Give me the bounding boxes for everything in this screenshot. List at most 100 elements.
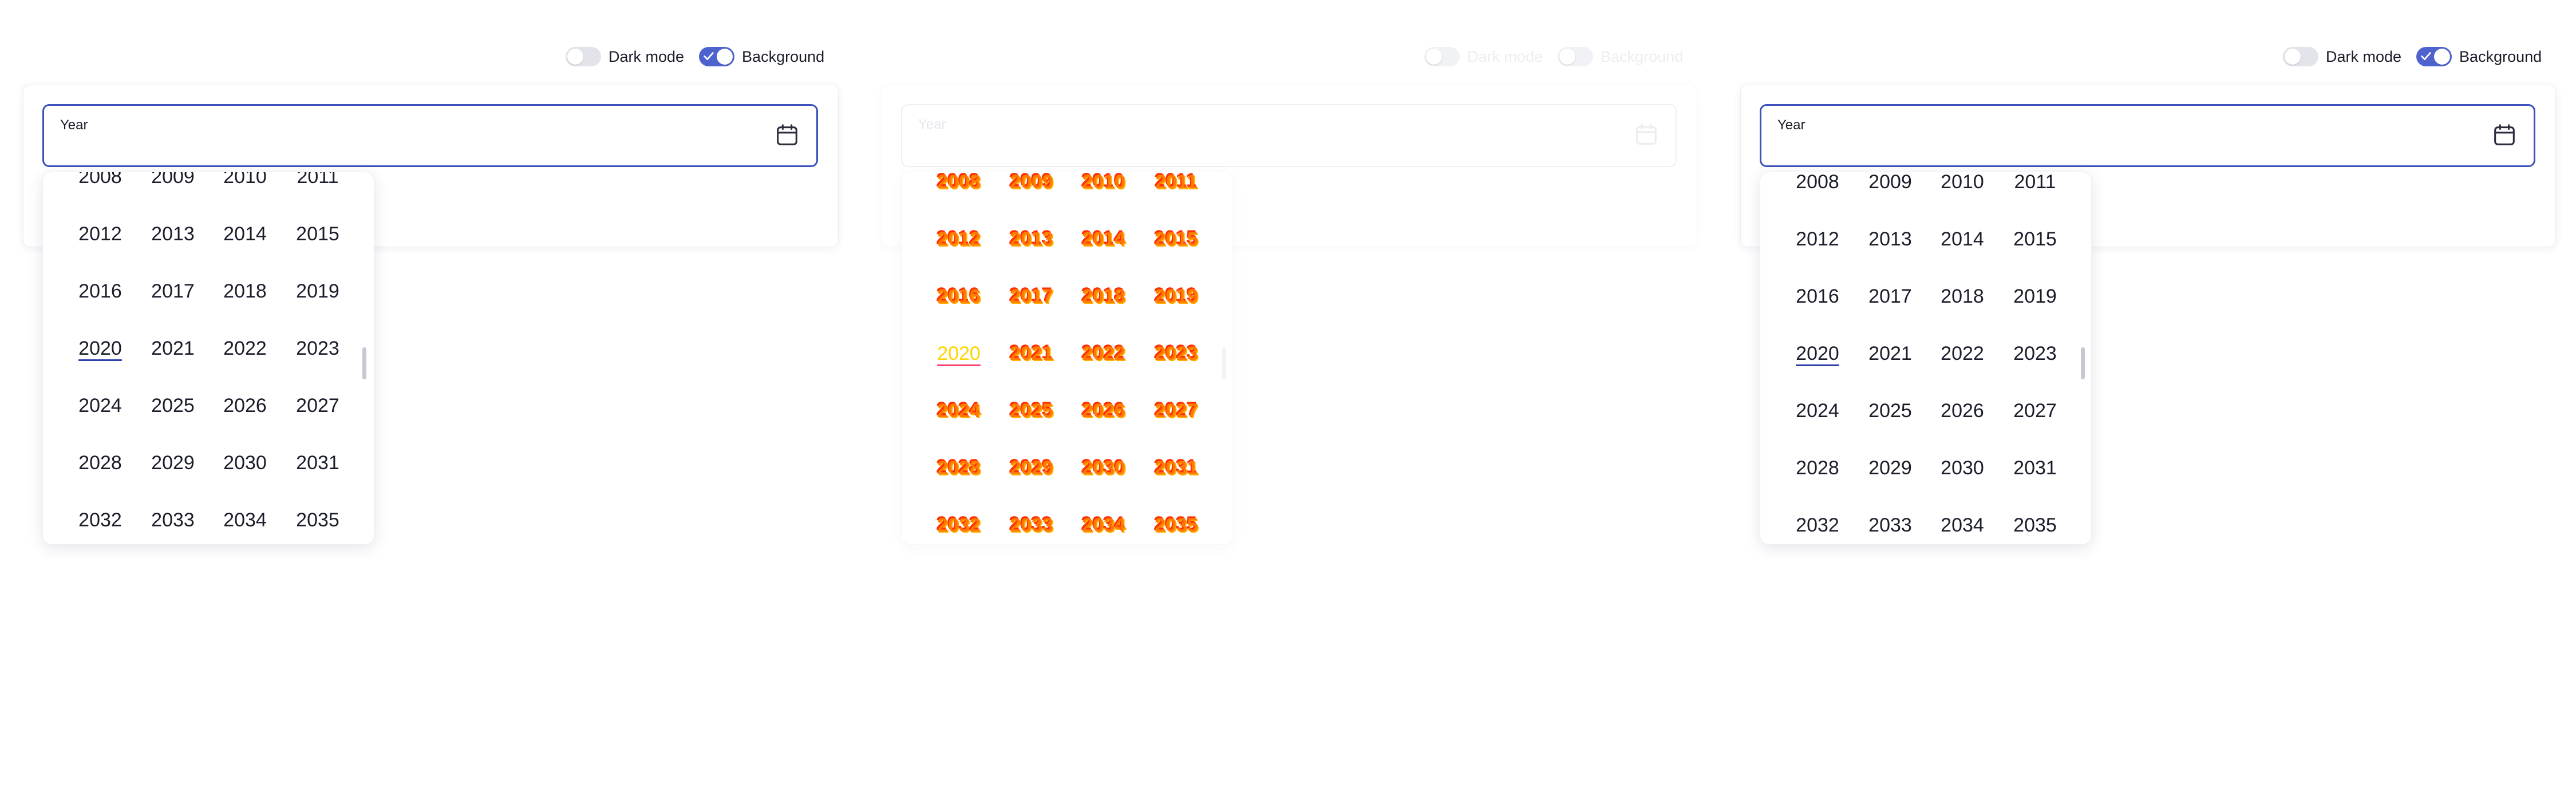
year-option-2031[interactable]: 2031: [2006, 457, 2064, 479]
year-option-2024[interactable]: 2024: [1789, 399, 1846, 422]
year-option-2011[interactable]: 2011: [2006, 172, 2064, 193]
year-field[interactable]: Year: [901, 104, 1677, 167]
year-option-2029[interactable]: 2029: [144, 451, 202, 474]
year-option-2019[interactable]: 2019: [1148, 285, 1205, 308]
year-option-2020[interactable]: 2020: [930, 342, 987, 365]
year-option-2011[interactable]: 2011: [1148, 172, 1205, 193]
year-option-2034[interactable]: 2034: [1075, 514, 1132, 537]
year-option-2009[interactable]: 2009: [1862, 172, 1919, 193]
year-option-2029[interactable]: 2029: [1862, 457, 1919, 479]
year-field[interactable]: Year: [1760, 104, 2535, 167]
year-option-2015[interactable]: 2015: [289, 223, 346, 245]
year-option-2016[interactable]: 2016: [1789, 285, 1846, 308]
year-option-2027[interactable]: 2027: [289, 394, 346, 417]
scrollbar-thumb[interactable]: [2081, 347, 2085, 379]
year-option-2025[interactable]: 2025: [144, 394, 202, 417]
year-option-2023[interactable]: 2023: [1148, 342, 1205, 365]
year-option-2017[interactable]: 2017: [144, 280, 202, 303]
year-option-2014[interactable]: 2014: [1934, 228, 1991, 251]
year-option-2035[interactable]: 2035: [2006, 514, 2064, 537]
year-option-2024[interactable]: 2024: [930, 399, 987, 422]
year-option-2026[interactable]: 2026: [1075, 399, 1132, 422]
year-option-2008[interactable]: 2008: [930, 172, 987, 193]
year-option-2032[interactable]: 2032: [930, 514, 987, 537]
year-option-2013[interactable]: 2013: [1862, 228, 1919, 251]
year-option-2009[interactable]: 2009: [1003, 172, 1060, 193]
year-option-2008[interactable]: 2008: [72, 172, 129, 188]
year-option-2019[interactable]: 2019: [2006, 285, 2064, 308]
dark-mode-toggle[interactable]: Dark mode: [1424, 47, 1543, 66]
year-option-2022[interactable]: 2022: [1934, 342, 1991, 365]
year-option-2022[interactable]: 2022: [216, 337, 274, 360]
year-option-2020[interactable]: 2020: [1789, 342, 1846, 365]
calendar-icon[interactable]: [774, 122, 800, 148]
year-option-2028[interactable]: 2028: [72, 451, 129, 474]
year-option-2029[interactable]: 2029: [1003, 457, 1060, 479]
year-option-2034[interactable]: 2034: [1934, 514, 1991, 537]
background-switch[interactable]: [1558, 47, 1594, 66]
year-option-2021[interactable]: 2021: [144, 337, 202, 360]
dark-mode-toggle[interactable]: Dark mode: [2283, 47, 2401, 66]
year-option-2022[interactable]: 2022: [1075, 342, 1132, 365]
year-option-2015[interactable]: 2015: [2006, 228, 2064, 251]
year-option-2023[interactable]: 2023: [2006, 342, 2064, 365]
year-option-2021[interactable]: 2021: [1003, 342, 1060, 365]
year-option-2031[interactable]: 2031: [1148, 457, 1205, 479]
dark-mode-switch[interactable]: [2283, 47, 2318, 66]
dark-mode-switch[interactable]: [566, 47, 601, 66]
year-option-2009[interactable]: 2009: [144, 172, 202, 188]
year-option-2013[interactable]: 2013: [1003, 228, 1060, 251]
year-option-2010[interactable]: 2010: [1075, 172, 1132, 193]
year-option-2017[interactable]: 2017: [1003, 285, 1060, 308]
year-option-2033[interactable]: 2033: [1862, 514, 1919, 537]
year-option-2027[interactable]: 2027: [1148, 399, 1205, 422]
year-option-2026[interactable]: 2026: [216, 394, 274, 417]
year-option-2016[interactable]: 2016: [930, 285, 987, 308]
year-option-2011[interactable]: 2011: [289, 172, 346, 188]
year-option-2032[interactable]: 2032: [72, 509, 129, 532]
year-option-2032[interactable]: 2032: [1789, 514, 1846, 537]
calendar-icon[interactable]: [1633, 121, 1660, 148]
year-field[interactable]: Year: [42, 104, 818, 167]
year-option-2033[interactable]: 2033: [144, 509, 202, 532]
year-option-2020[interactable]: 2020: [72, 337, 129, 360]
background-toggle[interactable]: Background: [2416, 47, 2542, 66]
year-option-2021[interactable]: 2021: [1862, 342, 1919, 365]
year-option-2008[interactable]: 2008: [1789, 172, 1846, 193]
year-option-2014[interactable]: 2014: [1075, 228, 1132, 251]
year-option-2012[interactable]: 2012: [930, 228, 987, 251]
year-option-2023[interactable]: 2023: [289, 337, 346, 360]
year-option-2028[interactable]: 2028: [930, 457, 987, 479]
year-option-2033[interactable]: 2033: [1003, 514, 1060, 537]
year-option-2034[interactable]: 2034: [216, 509, 274, 532]
year-option-2014[interactable]: 2014: [216, 223, 274, 245]
dark-mode-switch[interactable]: [1424, 47, 1460, 66]
year-option-2017[interactable]: 2017: [1862, 285, 1919, 308]
calendar-icon[interactable]: [2491, 122, 2518, 148]
year-option-2015[interactable]: 2015: [1148, 228, 1205, 251]
year-option-2035[interactable]: 2035: [1148, 514, 1205, 537]
background-switch[interactable]: [699, 47, 735, 66]
background-toggle[interactable]: Background: [1558, 47, 1683, 66]
scrollbar-thumb[interactable]: [1222, 347, 1226, 379]
year-option-2013[interactable]: 2013: [144, 223, 202, 245]
year-option-2016[interactable]: 2016: [72, 280, 129, 303]
year-option-2030[interactable]: 2030: [216, 451, 274, 474]
scrollbar-thumb[interactable]: [362, 347, 366, 379]
dark-mode-toggle[interactable]: Dark mode: [566, 47, 684, 66]
year-option-2035[interactable]: 2035: [289, 509, 346, 532]
year-option-2018[interactable]: 2018: [216, 280, 274, 303]
background-toggle[interactable]: Background: [699, 47, 824, 66]
year-option-2010[interactable]: 2010: [1934, 172, 1991, 193]
year-option-2012[interactable]: 2012: [1789, 228, 1846, 251]
year-option-2027[interactable]: 2027: [2006, 399, 2064, 422]
year-option-2031[interactable]: 2031: [289, 451, 346, 474]
year-option-2030[interactable]: 2030: [1075, 457, 1132, 479]
year-option-2012[interactable]: 2012: [72, 223, 129, 245]
year-option-2030[interactable]: 2030: [1934, 457, 1991, 479]
year-option-2024[interactable]: 2024: [72, 394, 129, 417]
year-option-2025[interactable]: 2025: [1862, 399, 1919, 422]
year-option-2026[interactable]: 2026: [1934, 399, 1991, 422]
year-option-2018[interactable]: 2018: [1934, 285, 1991, 308]
year-option-2018[interactable]: 2018: [1075, 285, 1132, 308]
